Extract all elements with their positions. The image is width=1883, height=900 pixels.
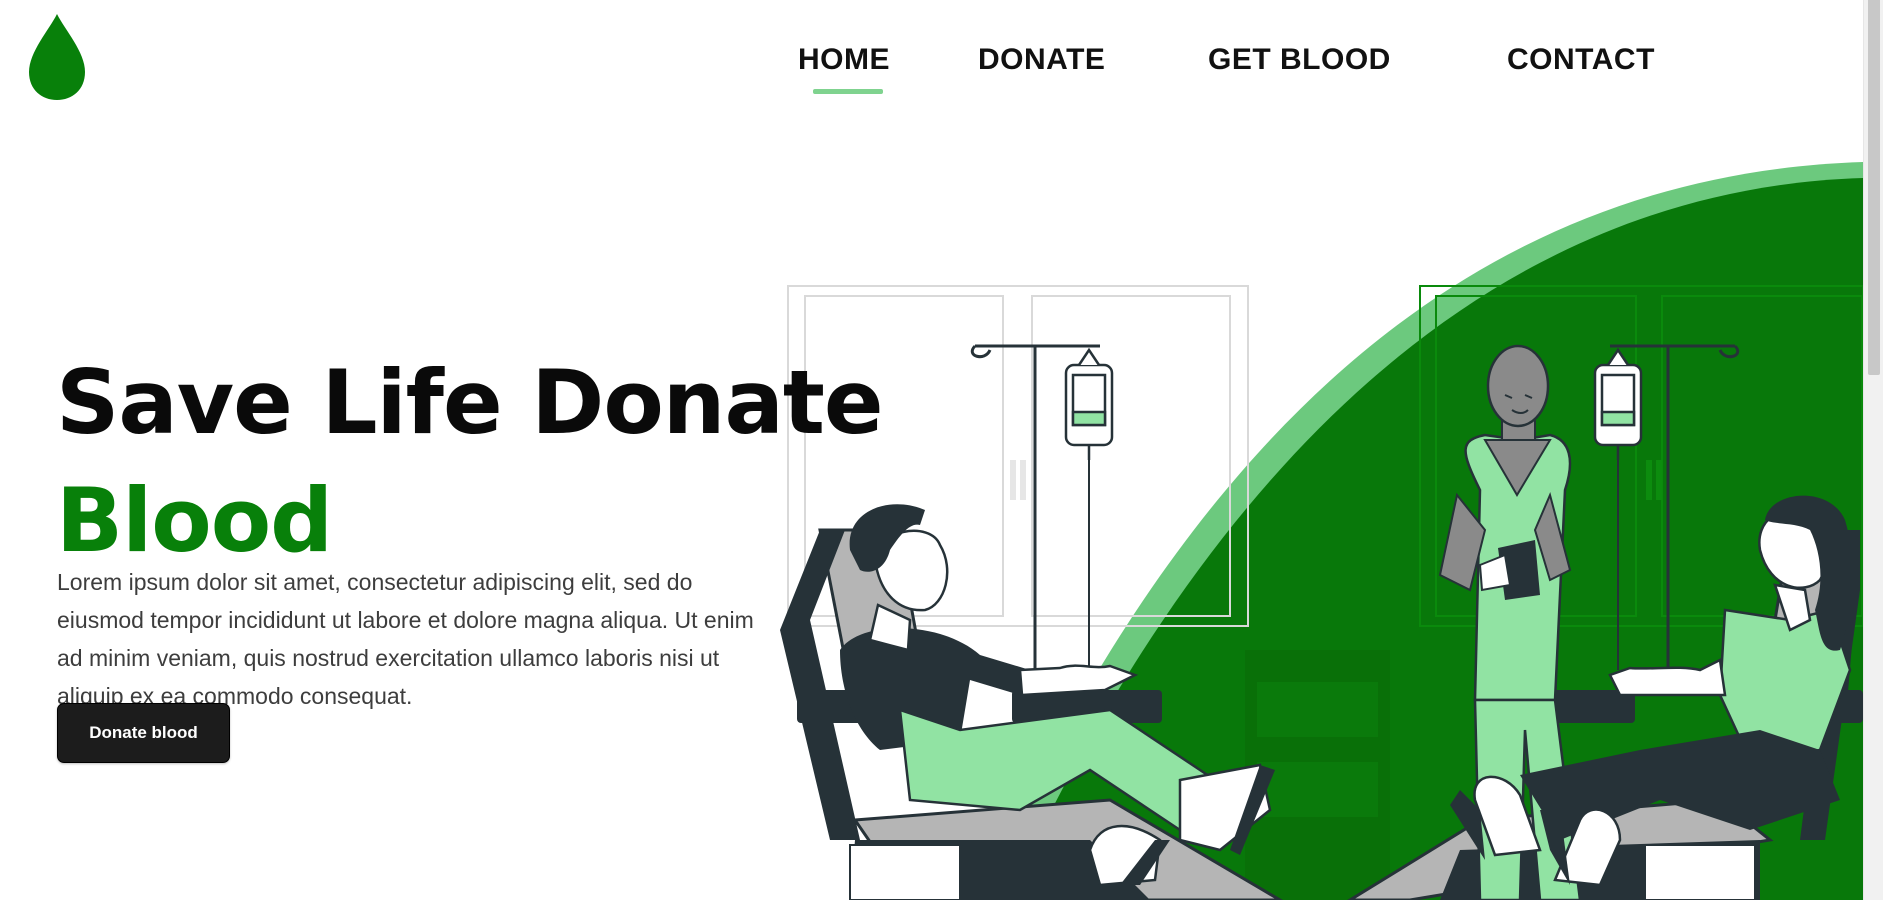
- donate-blood-button[interactable]: Donate blood: [57, 703, 230, 763]
- scrollbar-thumb[interactable]: [1868, 0, 1880, 375]
- vertical-scrollbar[interactable]: [1863, 0, 1883, 900]
- main-nav: HOME DONATE GET BLOOD CONTACT: [0, 0, 1863, 110]
- nav-item-donate[interactable]: DONATE: [978, 43, 1105, 77]
- page: HOME DONATE GET BLOOD CONTACT Save Life …: [0, 0, 1863, 900]
- nav-item-contact[interactable]: CONTACT: [1507, 43, 1655, 77]
- nav-item-home[interactable]: HOME: [798, 43, 890, 77]
- hero-paragraph: Lorem ipsum dolor sit amet, consectetur …: [57, 569, 754, 709]
- blood-donation-illustration: [760, 150, 1863, 900]
- hero-title-line2: Blood: [56, 468, 333, 572]
- nav-active-indicator: [813, 89, 883, 94]
- hero-title-line1: Save Life Donate: [56, 350, 884, 454]
- nav-item-get-blood[interactable]: GET BLOOD: [1208, 43, 1391, 77]
